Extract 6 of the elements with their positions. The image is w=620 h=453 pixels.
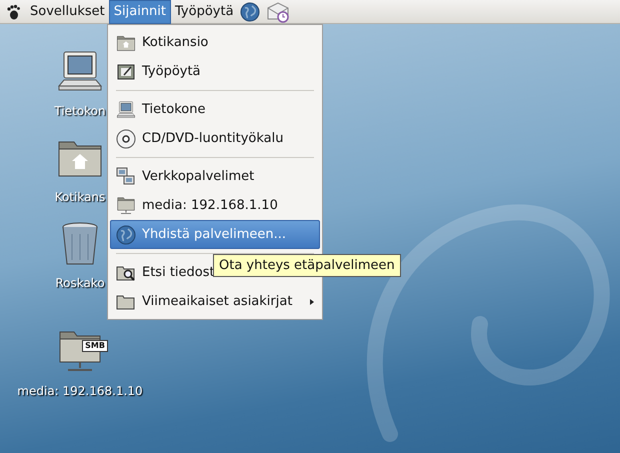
icon-label: Roskako bbox=[55, 276, 105, 290]
tooltip: Ota yhteys etäpalvelimeen bbox=[213, 254, 401, 277]
icon-label: Tietokon bbox=[54, 104, 106, 118]
smb-badge: SMB bbox=[82, 340, 108, 352]
icon-label: media: 192.168.1.10 bbox=[17, 384, 143, 398]
icon-label: Kotikans bbox=[54, 190, 106, 204]
